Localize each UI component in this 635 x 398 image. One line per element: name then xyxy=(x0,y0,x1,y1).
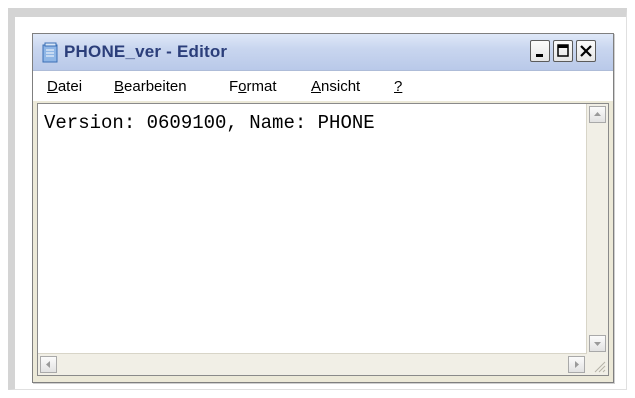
menu-ansicht[interactable]: Ansicht xyxy=(311,78,360,95)
title-bar[interactable]: PHONE_ver - Editor xyxy=(33,34,613,71)
scroll-left-button[interactable] xyxy=(40,356,57,373)
close-button[interactable] xyxy=(576,40,596,62)
minimize-button[interactable] xyxy=(530,40,550,62)
editor-window: PHONE_ver - Editor Datei Bearbeiten Form… xyxy=(32,33,614,383)
menu-bearbeiten[interactable]: Bearbeiten xyxy=(114,78,187,95)
horizontal-scrollbar[interactable] xyxy=(38,353,587,375)
maximize-icon xyxy=(554,41,572,61)
menu-datei-mnemonic: D xyxy=(47,78,58,95)
scroll-right-button[interactable] xyxy=(568,356,585,373)
menu-bearbeiten-label: earbeiten xyxy=(124,78,187,95)
menu-bar: Datei Bearbeiten Format Ansicht ? xyxy=(33,71,613,101)
menu-help-mnemonic: ? xyxy=(394,78,403,95)
notepad-icon xyxy=(42,42,59,63)
menu-format[interactable]: Format xyxy=(229,78,277,95)
menu-ansicht-label: nsicht xyxy=(321,78,361,95)
minimize-icon xyxy=(531,41,549,61)
menu-ansicht-mnemonic: A xyxy=(311,78,322,95)
left-arrow-icon xyxy=(41,357,56,372)
menu-format-prefix: F xyxy=(229,78,239,95)
down-arrow-icon xyxy=(590,336,605,351)
maximize-button[interactable] xyxy=(553,40,573,62)
menu-datei-label: atei xyxy=(57,78,83,95)
menu-format-label: rmat xyxy=(246,78,277,95)
scroll-down-button[interactable] xyxy=(589,335,606,352)
right-arrow-icon xyxy=(569,357,584,372)
vertical-scrollbar[interactable] xyxy=(586,104,608,354)
menu-help[interactable]: ? xyxy=(394,78,402,95)
text-edit-area[interactable]: Version: 0609100, Name: PHONE xyxy=(37,103,609,376)
document-text[interactable]: Version: 0609100, Name: PHONE xyxy=(44,112,375,134)
resize-grip[interactable] xyxy=(587,354,608,375)
menu-bearbeiten-mnemonic: B xyxy=(114,78,125,95)
menu-format-mnemonic: o xyxy=(238,78,247,95)
scroll-up-button[interactable] xyxy=(589,106,606,123)
up-arrow-icon xyxy=(590,107,605,122)
menu-datei[interactable]: Datei xyxy=(47,78,82,95)
resize-grip-icon xyxy=(587,354,608,375)
close-icon xyxy=(577,41,595,61)
window-title: PHONE_ver - Editor xyxy=(64,42,228,61)
